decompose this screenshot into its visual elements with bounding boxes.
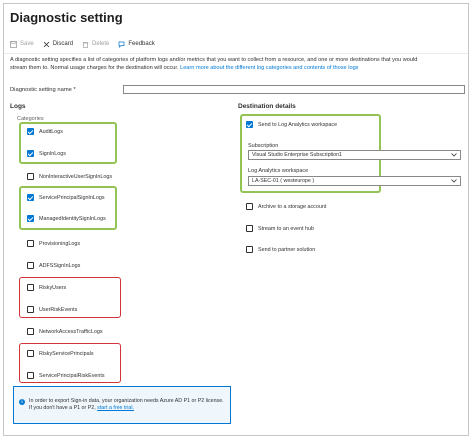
checkbox[interactable] <box>27 284 34 291</box>
setting-name-input[interactable] <box>123 85 465 94</box>
checkbox-checked[interactable] <box>27 194 34 201</box>
log-category-label: ServicePrincipalRiskEvents <box>39 372 105 379</box>
checkbox[interactable] <box>27 173 34 180</box>
subscription-label: Subscription <box>248 143 279 149</box>
log-category-label: UserRiskEvents <box>39 306 78 313</box>
checkbox[interactable] <box>27 350 34 357</box>
checkbox[interactable] <box>246 225 253 232</box>
close-icon <box>43 41 49 47</box>
partner-solution-label: Send to partner solution <box>258 246 316 253</box>
storage-account-label: Archive to a storage account <box>258 203 327 210</box>
feedback-button[interactable]: Feedback <box>118 41 155 48</box>
license-info-box: i In order to export Sign-in data, your … <box>13 386 231 424</box>
more-options-button[interactable]: ··· <box>108 12 120 22</box>
log-analytics-label: Send to Log Analytics workspace <box>258 121 338 128</box>
diagnostic-setting-panel: Diagnostic setting ··· Save Discard Dele… <box>3 3 469 436</box>
log-category-provisioning[interactable]: ProvisioningLogs <box>27 240 80 247</box>
log-category-label: RiskyServicePrincipals <box>39 350 94 357</box>
save-label: Save <box>20 41 34 47</box>
log-category-label: NetworkAccessTrafficLogs <box>39 328 103 335</box>
checkbox[interactable] <box>27 262 34 269</box>
trash-icon <box>82 41 89 48</box>
chevron-down-icon <box>451 153 457 157</box>
log-category-noninteractive[interactable]: NonInteractiveUserSignInLogs <box>27 173 112 180</box>
logs-heading: Logs <box>10 103 26 110</box>
learn-more-link[interactable]: Learn more about the different log categ… <box>180 65 358 71</box>
log-analytics-option[interactable]: Send to Log Analytics workspace <box>246 121 337 128</box>
info-icon: i <box>19 399 25 405</box>
toolbar: Save Discard Delete Feedback <box>10 37 164 51</box>
log-category-label: ADFSSignInLogs <box>39 262 81 269</box>
partner-solution-option[interactable]: Send to partner solution <box>246 246 315 253</box>
log-category-auditlogs[interactable]: AuditLogs <box>27 128 63 135</box>
setting-name-label: Diagnostic setting name * <box>10 87 76 93</box>
checkbox[interactable] <box>27 306 34 313</box>
log-category-riskysp[interactable]: RiskyServicePrincipals <box>27 350 94 357</box>
checkbox-checked[interactable] <box>27 128 34 135</box>
checkbox-checked[interactable] <box>27 215 34 222</box>
green-highlight-serviceprincipal <box>19 186 117 230</box>
log-category-label: ManagedIdentitySignInLogs <box>39 215 106 222</box>
delete-button[interactable]: Delete <box>82 41 109 48</box>
description: A diagnostic setting specifies a list of… <box>10 57 430 72</box>
chevron-down-icon <box>451 179 457 183</box>
discard-label: Discard <box>52 41 74 47</box>
log-category-adfs[interactable]: ADFSSignInLogs <box>27 262 80 269</box>
destination-heading: Destination details <box>238 103 296 110</box>
delete-label: Delete <box>92 41 110 47</box>
checkbox[interactable] <box>27 372 34 379</box>
checkbox[interactable] <box>27 328 34 335</box>
log-category-serviceprincipal[interactable]: ServicePrincipalSignInLogs <box>27 194 105 201</box>
event-hub-option[interactable]: Stream to an event hub <box>246 225 314 232</box>
log-category-userriskevents[interactable]: UserRiskEvents <box>27 306 77 313</box>
feedback-label: Feedback <box>128 41 155 47</box>
workspace-label: Log Analytics workspace <box>248 168 309 174</box>
free-trial-link[interactable]: start a free trial. <box>97 405 134 411</box>
log-category-managedidentity[interactable]: ManagedIdentitySignInLogs <box>27 215 106 222</box>
page-title: Diagnostic setting <box>10 10 123 25</box>
discard-button[interactable]: Discard <box>43 41 73 48</box>
event-hub-label: Stream to an event hub <box>258 225 315 232</box>
log-category-label: ProvisioningLogs <box>39 240 81 247</box>
log-category-label: RiskyUsers <box>39 284 67 291</box>
checkbox[interactable] <box>27 240 34 247</box>
log-category-label: NonInteractiveUserSignInLogs <box>39 173 113 180</box>
workspace-dropdown[interactable]: LA-SEC-01 ( westeurope ) <box>248 176 461 186</box>
subscription-dropdown[interactable]: Visual Studio Enterprise Subscription1 <box>248 150 461 160</box>
save-button[interactable]: Save <box>10 40 34 48</box>
log-category-riskyusers[interactable]: RiskyUsers <box>27 284 66 291</box>
storage-account-option[interactable]: Archive to a storage account <box>246 203 326 210</box>
log-category-label: AuditLogs <box>39 128 63 135</box>
log-category-label: ServicePrincipalSignInLogs <box>39 194 105 201</box>
workspace-value: LA-SEC-01 ( westeurope ) <box>252 178 315 184</box>
log-category-signinlogs[interactable]: SignInLogs <box>27 150 66 157</box>
license-info-text: In order to export Sign-in data, your or… <box>29 398 224 412</box>
checkbox[interactable] <box>246 246 253 253</box>
toolbar-divider <box>4 53 468 54</box>
log-category-label: SignInLogs <box>39 150 66 157</box>
save-icon <box>10 40 17 48</box>
feedback-icon <box>119 41 125 48</box>
checkbox-checked[interactable] <box>246 121 253 128</box>
checkbox-checked[interactable] <box>27 150 34 157</box>
checkbox[interactable] <box>246 203 253 210</box>
log-category-networkaccess[interactable]: NetworkAccessTrafficLogs <box>27 328 103 335</box>
subscription-value: Visual Studio Enterprise Subscription1 <box>252 152 343 158</box>
log-category-spriskevents[interactable]: ServicePrincipalRiskEvents <box>27 372 105 379</box>
